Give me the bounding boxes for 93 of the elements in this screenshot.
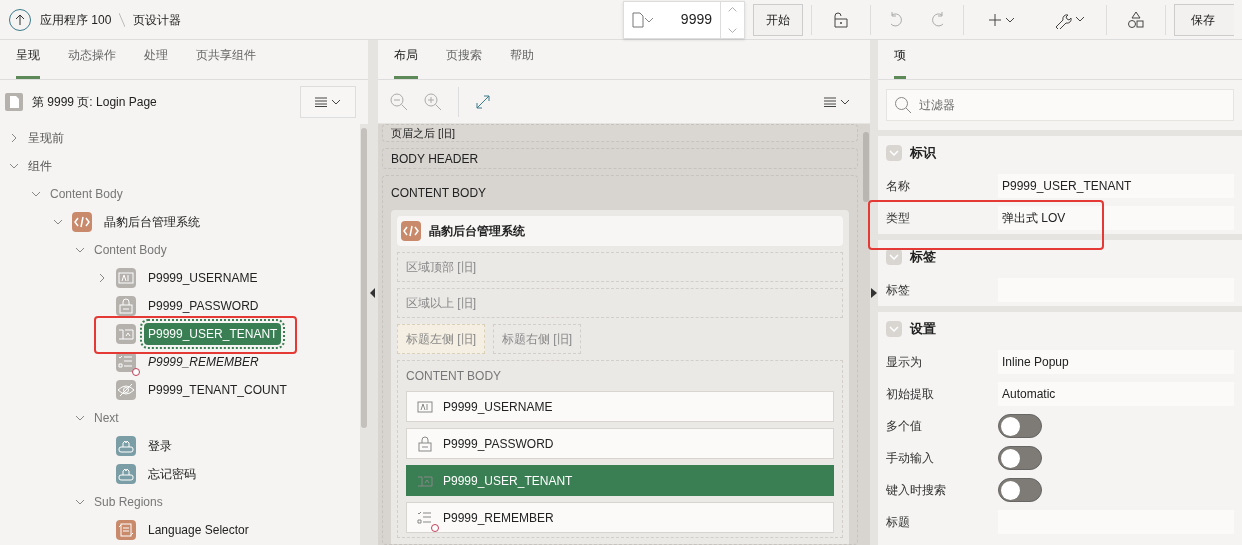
popup-field-icon	[116, 324, 136, 344]
layout-item[interactable]: P9999_USER_TENANT	[406, 465, 834, 496]
tree-item[interactable]: 晶豹后台管理系统	[100, 211, 204, 233]
tab[interactable]: 动态操作	[68, 46, 116, 79]
page-title: 第 9999 页: Login Page	[32, 94, 157, 111]
toggle-switch[interactable]	[998, 414, 1042, 438]
layout-item[interactable]: P9999_USERNAME	[406, 391, 834, 422]
menu-icon	[824, 96, 836, 107]
property-label: 多个值	[886, 418, 923, 435]
layout-item[interactable]: P9999_REMEMBER	[406, 502, 834, 533]
page-number-field[interactable]: 9999	[623, 0, 745, 39]
toggle-switch[interactable]	[998, 478, 1042, 502]
shapes-icon[interactable]	[1127, 10, 1145, 29]
tree-group-label[interactable]: Next	[94, 409, 119, 427]
tab[interactable]: 布局	[394, 46, 418, 79]
chevron-down-icon	[331, 97, 341, 107]
tree-group-label[interactable]: Content Body	[50, 185, 123, 203]
collapse-chevron-icon[interactable]	[9, 161, 19, 171]
collapse-chevron-icon[interactable]	[53, 217, 63, 227]
page-icon	[632, 11, 644, 28]
zoom-in-icon[interactable]	[424, 92, 442, 111]
breadcrumb-separator-icon	[119, 12, 126, 27]
property-label: 手动输入	[886, 450, 935, 467]
property-label: 标题	[886, 514, 911, 531]
tree-item[interactable]: Language Selector	[144, 519, 253, 541]
property-label: 键入时搜索	[886, 482, 947, 499]
breadcrumb-link[interactable]: 应用程序 100	[40, 10, 112, 29]
tree-group-label[interactable]: Sub Regions	[94, 493, 163, 511]
collapse-chevron-icon[interactable]	[31, 189, 41, 199]
layout-slot[interactable]: 页眉之后 [旧]	[382, 124, 858, 142]
lock-icon	[415, 433, 435, 454]
section-toggle-icon[interactable]	[886, 321, 902, 337]
tree-item[interactable]: 登录	[144, 435, 176, 457]
slot-label: CONTENT BODY	[391, 185, 488, 202]
tree-group-label[interactable]: Content Body	[94, 241, 167, 259]
search-icon	[894, 96, 912, 114]
scrollbar-thumb[interactable]	[361, 128, 367, 428]
tree-item[interactable]: P9999_PASSWORD	[144, 295, 263, 317]
tab[interactable]: 帮助	[510, 46, 534, 79]
section-title[interactable]: 设置	[910, 319, 936, 339]
collapse-chevron-icon[interactable]	[75, 413, 85, 423]
go-button[interactable]: 开始	[753, 3, 803, 36]
property-field[interactable]: P9999_USER_TENANT	[998, 174, 1234, 198]
tab[interactable]: 呈现	[16, 46, 40, 79]
save-button[interactable]: 保存	[1174, 3, 1234, 36]
property-label: 类型	[886, 210, 911, 227]
layout-item[interactable]: P9999_PASSWORD	[406, 428, 834, 459]
expand-chevron-icon[interactable]	[9, 133, 19, 143]
property-field[interactable]: Inline Popup	[998, 350, 1234, 374]
tree-item[interactable]: 忘记密码	[144, 463, 200, 485]
filter-field[interactable]: 过滤器	[886, 89, 1234, 121]
code-icon	[401, 221, 421, 241]
lock-icon	[116, 296, 136, 316]
button-item-icon	[116, 436, 136, 456]
slot-label: CONTENT BODY	[406, 368, 503, 385]
menu-icon	[315, 97, 327, 107]
expand-chevron-icon[interactable]	[97, 273, 107, 283]
property-label: 显示为	[886, 354, 923, 371]
page-icon	[4, 92, 24, 112]
section-title[interactable]: 标识	[910, 143, 936, 163]
collapse-left-icon[interactable]	[370, 287, 376, 298]
list-icon	[116, 520, 136, 540]
property-label: 初始提取	[886, 386, 935, 403]
tab[interactable]: 页搜索	[446, 46, 482, 79]
button-item-icon	[116, 464, 136, 484]
collapse-chevron-icon[interactable]	[75, 497, 85, 507]
section-toggle-icon[interactable]	[886, 145, 902, 161]
tab[interactable]: 项	[894, 46, 906, 79]
lock-icon[interactable]	[832, 10, 850, 29]
breadcrumb-current: 页设计器	[133, 11, 182, 29]
section-title[interactable]: 标签	[910, 247, 936, 267]
tab[interactable]: 页共享组件	[196, 46, 256, 79]
zoom-out-icon[interactable]	[390, 92, 408, 111]
code-icon	[72, 212, 92, 232]
toggle-switch[interactable]	[998, 446, 1042, 470]
property-label: 标签	[886, 282, 911, 299]
layout-slot[interactable]: BODY HEADER	[382, 148, 858, 169]
tab[interactable]: 处理	[144, 46, 168, 79]
tree-folder-label[interactable]: 呈现前	[28, 129, 64, 147]
scrollbar-thumb[interactable]	[863, 132, 869, 202]
tree-item[interactable]: P9999_USERNAME	[144, 267, 262, 289]
region-title: 晶豹后台管理系统	[429, 223, 525, 240]
tree-item[interactable]: P9999_TENANT_COUNT	[144, 379, 291, 401]
text-field-icon	[116, 268, 136, 288]
property-label: 名称	[886, 178, 911, 195]
property-field[interactable]: 弹出式 LOV	[998, 206, 1234, 230]
collapse-chevron-icon[interactable]	[75, 245, 85, 255]
tree-item[interactable]: P9999_REMEMBER	[144, 351, 263, 373]
tree-folder-label[interactable]: 组件	[28, 157, 52, 175]
property-field[interactable]: Automatic	[998, 382, 1234, 406]
region-card[interactable]: 晶豹后台管理系统 区域顶部 [旧] 区域以上 [旧] 标题左侧 [旧] 标题右侧 [旧] CONTENT BODY P9999_USERNAME P9999_PASSWORD P9999_USER_TENANT P9999_REMEMBER	[391, 210, 849, 544]
expand-icon[interactable]	[475, 93, 491, 110]
hidden-eye-icon	[116, 380, 136, 400]
